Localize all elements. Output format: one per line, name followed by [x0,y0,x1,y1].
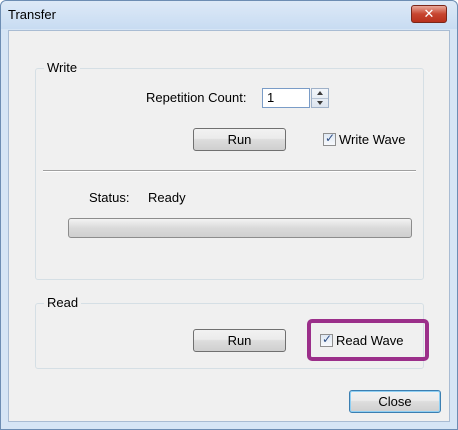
write-group-label: Write [44,60,81,75]
window-title: Transfer [8,7,56,22]
write-wave-label[interactable]: Write Wave [339,132,405,147]
repetition-count-label: Repetition Count: [146,90,247,105]
arrow-down-icon [317,101,323,105]
checkmark-icon: ✓ [325,131,336,145]
write-separator [43,170,416,172]
checkmark-icon: ✓ [322,332,333,346]
arrow-up-icon [317,91,323,95]
window-close-button[interactable]: ✕ [411,5,447,23]
read-wave-checkbox[interactable]: ✓ [320,332,333,347]
spinner-down-button[interactable] [312,98,328,107]
write-run-button[interactable]: Run [193,128,286,151]
close-button[interactable]: Close [349,390,441,413]
repetition-count-spinner[interactable] [311,88,329,108]
status-label: Status: [89,190,130,205]
read-group-label: Read [44,295,82,310]
read-group: Read Run ✓ Read Wave [35,295,429,369]
close-icon: ✕ [423,6,435,21]
title-bar: Transfer ✕ [1,1,457,29]
read-wave-label[interactable]: Read Wave [336,333,403,348]
write-wave-checkbox[interactable]: ✓ [323,131,336,146]
read-run-button[interactable]: Run [193,329,286,352]
repetition-count-value: 1 [267,90,275,105]
dialog-client-area: Write Repetition Count: 1 Run ✓ Write Wa… [8,30,450,422]
write-progress-bar [68,218,412,238]
repetition-count-input[interactable]: 1 [262,88,310,108]
transfer-dialog: Transfer ✕ Write Repetition Count: 1 Run… [0,0,458,430]
status-value: Ready [148,190,186,205]
write-group: Write Repetition Count: 1 Run ✓ Write Wa… [35,60,424,280]
